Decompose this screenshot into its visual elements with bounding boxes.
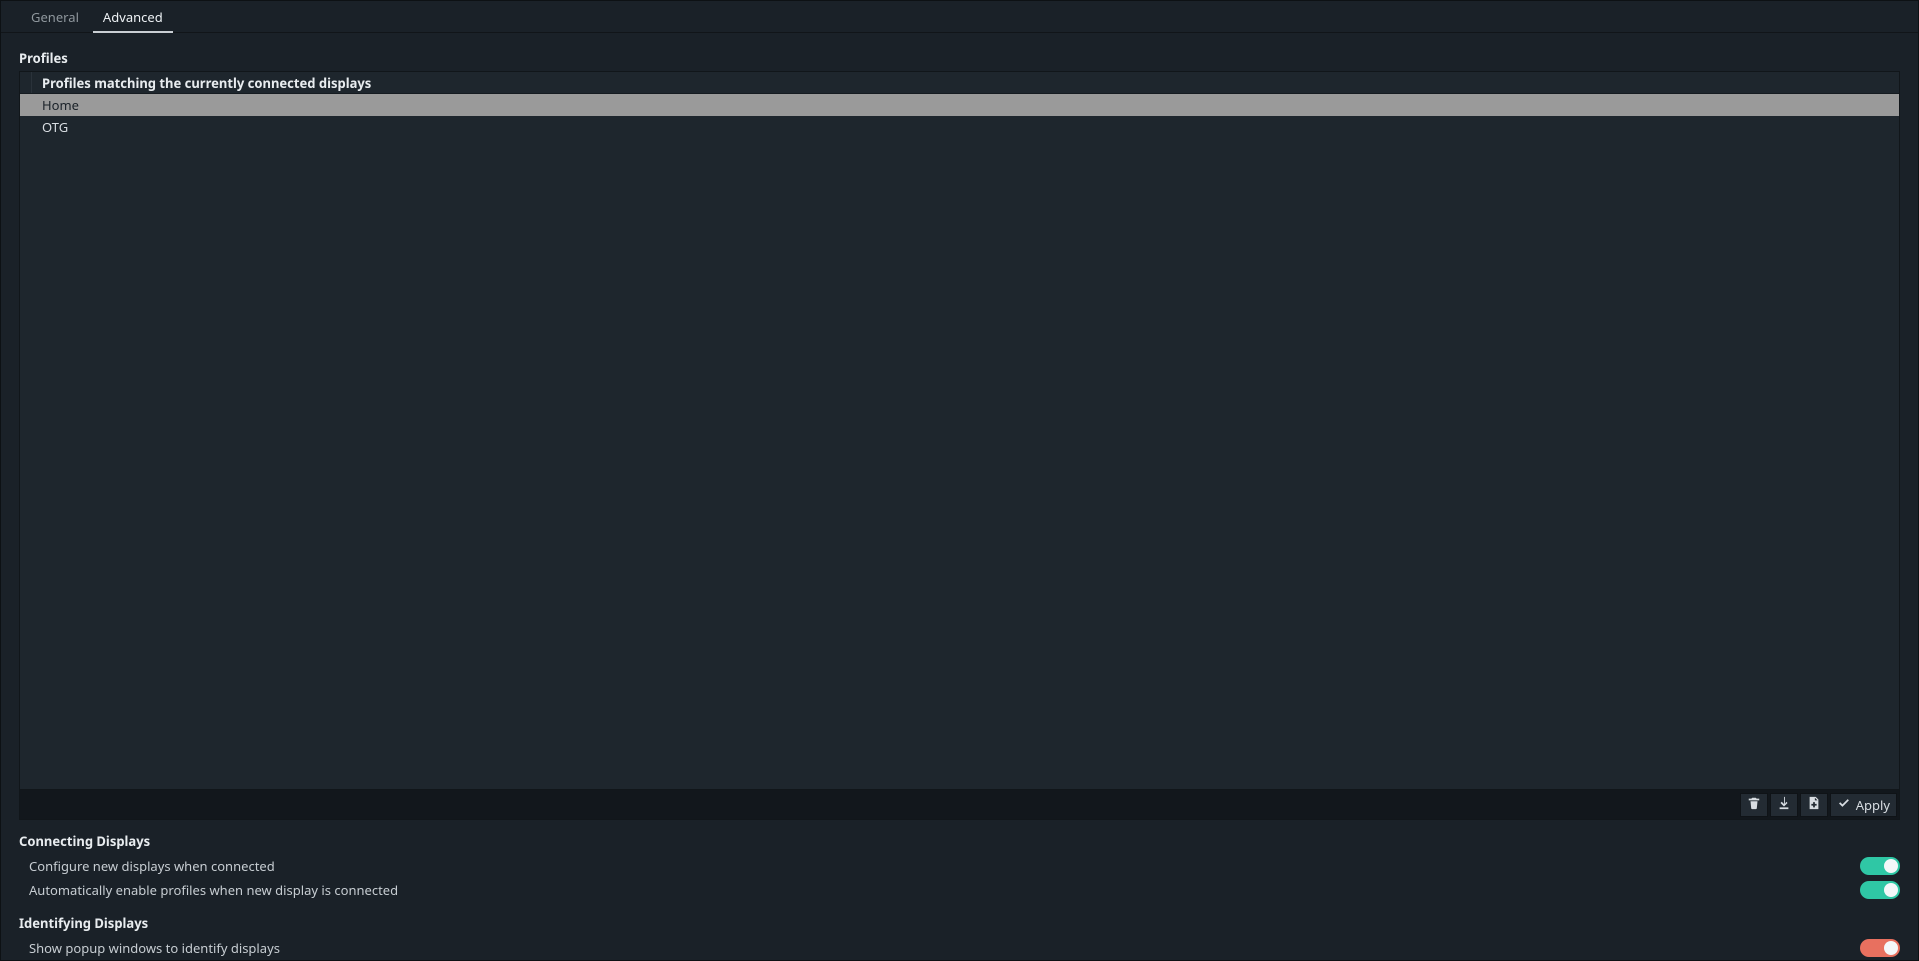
save-profile-button[interactable]	[1770, 793, 1798, 817]
profile-row[interactable]: OTG	[20, 116, 1899, 138]
setting-identify-popup: Show popup windows to identify displays	[19, 936, 1900, 960]
profiles-tree-header: Profiles matching the currently connecte…	[20, 72, 1899, 94]
trash-icon	[1747, 796, 1761, 814]
profiles-toolbar: Apply	[19, 790, 1900, 820]
apply-profile-button[interactable]: Apply	[1830, 793, 1897, 817]
setting-auto-enable-profiles: Automatically enable profiles when new d…	[19, 878, 1900, 902]
setting-configure-new: Configure new displays when connected	[19, 854, 1900, 878]
check-icon	[1837, 796, 1851, 814]
tab-content-advanced: Profiles Profiles matching the currently…	[1, 33, 1918, 960]
tab-bar: General Advanced	[1, 1, 1918, 33]
profile-name: OTG	[32, 118, 78, 136]
delete-profile-button[interactable]	[1740, 793, 1768, 817]
new-profile-button[interactable]	[1800, 793, 1828, 817]
toggle-knob	[1884, 883, 1898, 897]
profiles-pane: Profiles matching the currently connecte…	[11, 71, 1908, 820]
profile-row[interactable]: Home	[20, 94, 1899, 116]
profiles-tree-body: Home OTG	[20, 94, 1899, 789]
setting-label: Automatically enable profiles when new d…	[29, 881, 398, 899]
download-icon	[1777, 796, 1791, 814]
section-title-profiles: Profiles	[11, 43, 1908, 71]
apply-button-label: Apply	[1856, 796, 1890, 814]
toggle-knob	[1884, 941, 1898, 955]
section-title-identifying: Identifying Displays	[19, 908, 1900, 936]
setting-label: Show popup windows to identify displays	[29, 939, 280, 957]
profile-name: Home	[32, 96, 89, 114]
tab-general[interactable]: General	[19, 1, 91, 32]
profiles-column-header[interactable]: Profiles matching the currently connecte…	[32, 71, 381, 95]
display-settings-window: General Advanced Profiles Profiles match…	[0, 0, 1919, 961]
setting-label: Configure new displays when connected	[29, 857, 275, 875]
header-spacer	[20, 72, 32, 93]
file-plus-icon	[1807, 796, 1821, 814]
profiles-tree[interactable]: Profiles matching the currently connecte…	[19, 71, 1900, 790]
identifying-block: Identifying Displays Show popup windows …	[11, 902, 1908, 960]
toggle-configure-new[interactable]	[1860, 857, 1900, 875]
tab-advanced[interactable]: Advanced	[91, 1, 175, 32]
toggle-auto-enable-profiles[interactable]	[1860, 881, 1900, 899]
section-title-connecting: Connecting Displays	[19, 826, 1900, 854]
connecting-block: Connecting Displays Configure new displa…	[11, 820, 1908, 902]
toggle-identify-popup[interactable]	[1860, 939, 1900, 957]
toggle-knob	[1884, 859, 1898, 873]
